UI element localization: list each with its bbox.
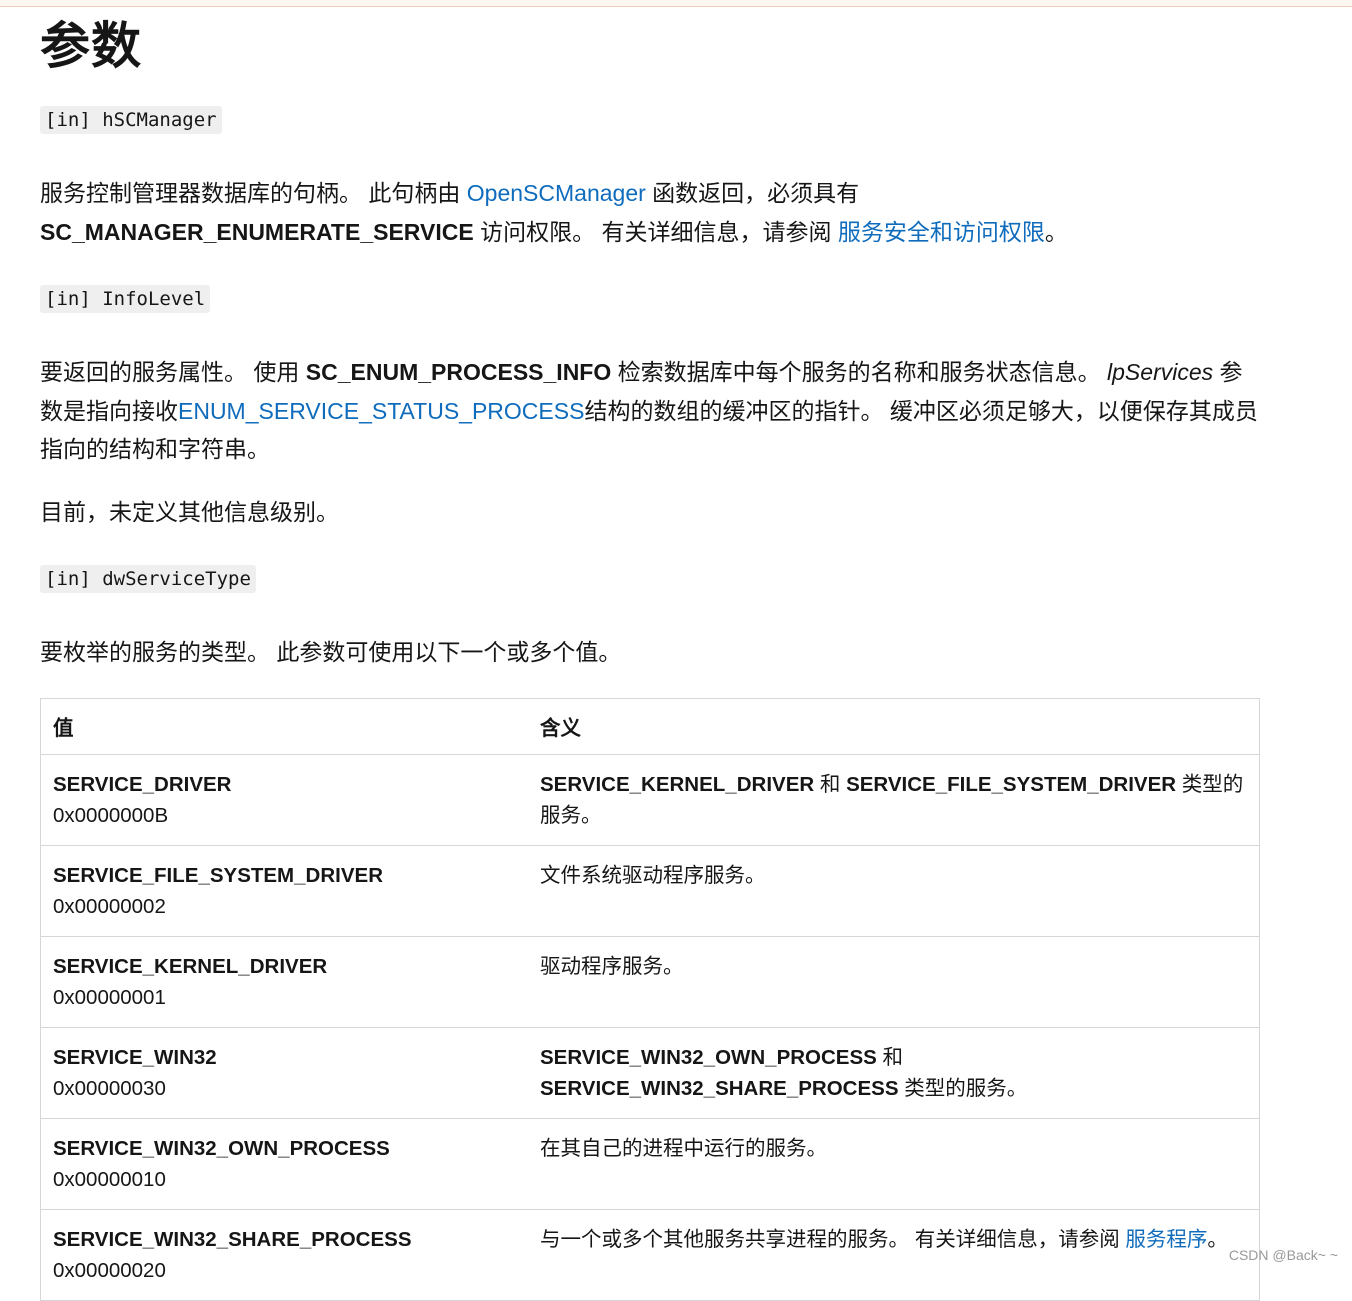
constant-name: SERVICE_FILE_SYSTEM_DRIVER [846, 772, 1177, 796]
value-hex: 0x00000030 [53, 1076, 166, 1100]
text: 。 [1207, 1227, 1228, 1251]
link-enum-service-status-process[interactable]: ENUM_SERVICE_STATUS_PROCESS [178, 398, 584, 424]
text: 与一个或多个其他服务共享进程的服务。 有关详细信息，请参阅 [540, 1227, 1126, 1251]
text: 和 [814, 772, 847, 796]
table-row: SERVICE_WIN32_OWN_PROCESS 0x00000010 在其自己… [40, 1117, 1260, 1209]
meaning-cell: SERVICE_KERNEL_DRIVER 和 SERVICE_FILE_SYS… [528, 753, 1260, 845]
value-cell: SERVICE_DRIVER 0x0000000B [40, 753, 528, 845]
value-name: SERVICE_FILE_SYSTEM_DRIVER [53, 863, 383, 887]
constant-name: SC_ENUM_PROCESS_INFO [305, 359, 612, 385]
link-service-security[interactable]: 服务安全和访问权限 [838, 219, 1045, 245]
param-desc-infolevel: 要返回的服务属性。 使用 SC_ENUM_PROCESS_INFO 检索数据库中… [40, 353, 1260, 469]
link-service-programs[interactable]: 服务程序 [1125, 1228, 1207, 1251]
table-row: SERVICE_FILE_SYSTEM_DRIVER 0x00000002 文件系… [40, 844, 1260, 936]
watermark: CSDN @Back~ ~ [1228, 1247, 1338, 1263]
table-header-row: 值 含义 [40, 697, 1260, 754]
constant-name: SC_MANAGER_ENUMERATE_SERVICE [40, 218, 474, 245]
param-infolevel: [in] InfoLevel [40, 285, 1260, 313]
constant-name: SERVICE_KERNEL_DRIVER [540, 772, 815, 796]
param-chip-infolevel: [in] InfoLevel [40, 285, 211, 313]
link-openscmanager[interactable]: OpenSCManager [467, 180, 646, 206]
main-content: 参数 [in] hSCManager 服务控制管理器数据库的句柄。 此句柄由 O… [40, 14, 1260, 1301]
value-hex: 0x0000000B [53, 803, 169, 827]
meaning-cell: 在其自己的进程中运行的服务。 [528, 1117, 1260, 1209]
constant-name: SERVICE_WIN32_SHARE_PROCESS [540, 1076, 899, 1100]
param-hscmanager: [in] hSCManager [40, 106, 1260, 134]
value-cell: SERVICE_WIN32 0x00000030 [40, 1026, 528, 1118]
top-border [0, 0, 1352, 7]
param-desc-hscmanager: 服务控制管理器数据库的句柄。 此句柄由 OpenSCManager 函数返回，必… [40, 174, 1260, 251]
param-chip-dwservicetype: [in] dwServiceType [40, 565, 256, 593]
value-cell: SERVICE_FILE_SYSTEM_DRIVER 0x00000002 [40, 844, 528, 936]
value-cell: SERVICE_KERNEL_DRIVER 0x00000001 [40, 935, 528, 1027]
value-hex: 0x00000001 [53, 985, 166, 1009]
constant-name: SERVICE_WIN32_OWN_PROCESS [540, 1045, 877, 1069]
text: 函数返回，必须具有 [645, 180, 860, 206]
value-name: SERVICE_WIN32 [53, 1045, 217, 1069]
param-note-infolevel: 目前，未定义其他信息级别。 [40, 498, 339, 525]
text: 类型的服务。 [898, 1076, 1028, 1100]
value-name: SERVICE_WIN32_SHARE_PROCESS [53, 1227, 412, 1251]
meaning-cell: 与一个或多个其他服务共享进程的服务。 有关详细信息，请参阅 服务程序。 [528, 1208, 1260, 1300]
text: 和 [876, 1045, 904, 1069]
table-row: SERVICE_WIN32 0x00000030 SERVICE_WIN32_OW… [40, 1026, 1260, 1118]
value-cell: SERVICE_WIN32_SHARE_PROCESS 0x00000020 [40, 1208, 528, 1300]
value-hex: 0x00000002 [53, 894, 166, 918]
table-row: SERVICE_KERNEL_DRIVER 0x00000001 驱动程序服务。 [40, 935, 1260, 1027]
value-hex: 0x00000020 [53, 1258, 166, 1282]
param-desc-dwservicetype: 要枚举的服务的类型。 此参数可使用以下一个或多个值。 [40, 639, 622, 665]
page-title: 参数 [40, 18, 142, 74]
param-chip-hscmanager: [in] hSCManager [40, 106, 222, 134]
value-hex: 0x00000010 [53, 1167, 166, 1191]
text: 要返回的服务属性。 使用 [40, 359, 306, 385]
param-dwservicetype: [in] dwServiceType [40, 565, 1260, 593]
text: 访问权限。 有关详细信息，请参阅 [473, 218, 838, 245]
header-value: 值 [40, 697, 528, 754]
value-cell: SERVICE_WIN32_OWN_PROCESS 0x00000010 [40, 1117, 528, 1209]
value-name: SERVICE_WIN32_OWN_PROCESS [53, 1136, 390, 1160]
header-meaning: 含义 [528, 697, 1260, 754]
meaning-cell: 驱动程序服务。 [528, 935, 1260, 1027]
value-name: SERVICE_DRIVER [53, 772, 232, 796]
meaning-cell: 文件系统驱动程序服务。 [528, 844, 1260, 936]
text: 。 [1044, 218, 1068, 245]
values-table: 值 含义 SERVICE_DRIVER 0x0000000B SERVICE_KE… [40, 697, 1260, 1301]
text: 服务控制管理器数据库的句柄。 此句柄由 [40, 180, 467, 206]
table-row: SERVICE_WIN32_SHARE_PROCESS 0x00000020 与一… [40, 1208, 1260, 1300]
meaning-cell: SERVICE_WIN32_OWN_PROCESS 和 SERVICE_WIN3… [528, 1026, 1260, 1118]
table-row: SERVICE_DRIVER 0x0000000B SERVICE_KERNEL_… [40, 753, 1260, 845]
value-name: SERVICE_KERNEL_DRIVER [53, 954, 328, 978]
text: 检索数据库中每个服务的名称和服务状态信息。 [611, 359, 1108, 385]
param-ref: lpServices [1107, 359, 1214, 385]
